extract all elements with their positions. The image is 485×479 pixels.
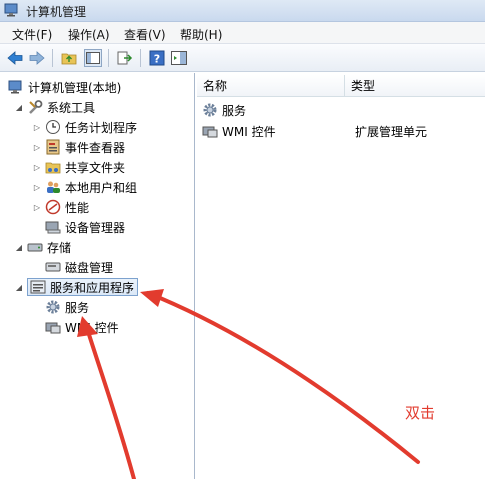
annotation-text: 双击: [405, 404, 436, 422]
